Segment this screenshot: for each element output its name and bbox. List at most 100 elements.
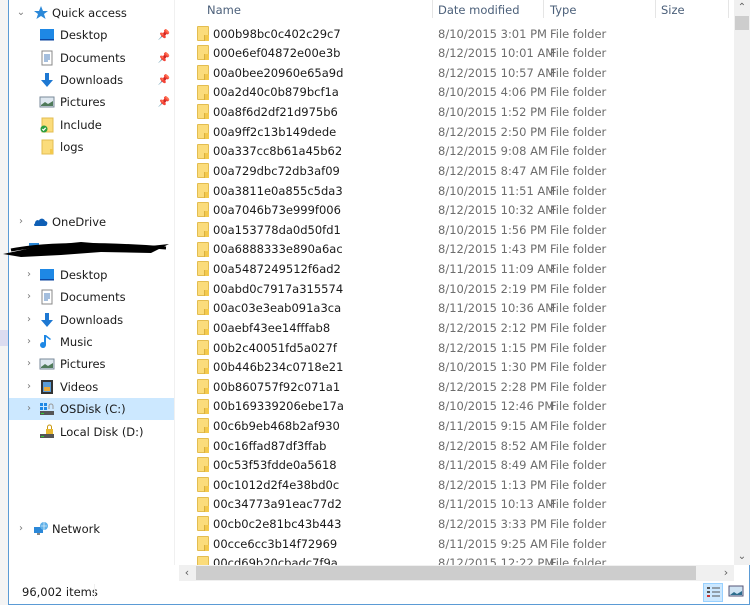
pin-icon[interactable]: 📌 (158, 97, 170, 108)
chevron-right-icon[interactable]: › (24, 381, 34, 393)
column-separator[interactable] (432, 0, 433, 18)
nav-pc-local-disk-d[interactable]: Local Disk (D:) (9, 421, 174, 443)
file-explorer-window: ⌄ Quick access Desktop 📌 Documents 📌 Dow… (3, 0, 750, 605)
folder-icon (197, 84, 209, 100)
file-row[interactable]: 00c16ffad87df3ffab 8/12/2015 8:52 AM File … (179, 436, 734, 456)
file-date: 8/12/2015 10:57 AM (438, 65, 556, 80)
scroll-up-icon[interactable]: ⌃ (734, 0, 750, 16)
file-row[interactable]: 00a3811e0a855c5da3 8/10/2015 11:51 AM File… (179, 181, 734, 201)
redaction-scribble (3, 242, 169, 257)
file-row[interactable]: 00a337cc8b61a45b62 8/12/2015 9:08 AM File … (179, 142, 734, 162)
file-row[interactable]: 00a729dbc72db3af09 8/12/2015 8:47 AM File … (179, 161, 734, 181)
music-icon (40, 335, 51, 349)
file-row[interactable]: 00c53f53fdde0a5618 8/11/2015 8:49 AM File … (179, 455, 734, 475)
nav-pc-pictures[interactable]: › Pictures (9, 353, 174, 375)
nav-pc-music[interactable]: › Music (9, 331, 174, 353)
file-name: 00a3811e0a855c5da3 (213, 183, 343, 198)
file-row[interactable]: 00b860757f92c071a1 8/12/2015 2:28 PM File … (179, 377, 734, 397)
column-header-name[interactable]: Name (207, 0, 241, 20)
file-row[interactable]: 00c34773a91eac77d2 8/11/2015 10:13 AM File… (179, 495, 734, 515)
desktop-icon (40, 29, 54, 41)
chevron-down-icon[interactable]: ⌄ (16, 7, 26, 19)
details-view-button[interactable] (703, 583, 723, 602)
nav-quick-logs[interactable]: logs (9, 136, 174, 158)
file-row[interactable]: 00a0bee20960e65a9d 8/12/2015 10:57 AM File… (179, 63, 734, 83)
file-row[interactable]: 00a8f6d2df21d975b6 8/10/2015 1:52 PM File … (179, 102, 734, 122)
file-row[interactable]: 00b169339206ebe17a 8/10/2015 12:46 PM File… (179, 397, 734, 417)
file-row[interactable]: 00a153778da0d50fd1 8/10/2015 1:56 PM File … (179, 220, 734, 240)
column-separator[interactable] (728, 0, 729, 18)
chevron-right-icon[interactable]: › (24, 291, 34, 303)
scroll-left-icon[interactable]: ‹ (179, 565, 195, 581)
file-row[interactable]: 00cd69b20cbadc7f9a 8/12/2015 12:22 PM File… (179, 554, 734, 565)
pin-icon[interactable]: 📌 (158, 30, 170, 41)
nav-pc-documents[interactable]: › Documents (9, 286, 174, 308)
column-header-type[interactable]: Type (550, 0, 576, 20)
nav-quick-access[interactable]: ⌄ Quick access (9, 2, 174, 24)
vertical-scrollbar[interactable]: ⌃ ⌄ (734, 0, 750, 565)
file-name: 00a5487249512f6ad2 (213, 262, 341, 277)
nav-this-pc-redacted[interactable]: ⌄ (3, 240, 174, 262)
nav-label: Documents (60, 51, 126, 65)
large-icons-view-button[interactable] (727, 583, 747, 602)
nav-quick-include[interactable]: Include (9, 114, 174, 136)
file-row[interactable]: 00abd0c7917a315574 8/10/2015 2:19 PM File … (179, 279, 734, 299)
documents-icon (41, 50, 53, 66)
chevron-right-icon[interactable]: › (24, 314, 34, 326)
chevron-right-icon[interactable]: › (24, 336, 34, 348)
file-date: 8/10/2015 1:30 PM (438, 360, 547, 375)
chevron-right-icon[interactable]: › (16, 216, 26, 228)
nav-quick-desktop[interactable]: Desktop 📌 (9, 24, 174, 46)
file-date: 8/10/2015 1:56 PM (438, 222, 547, 237)
file-type: File folder (550, 85, 607, 100)
scroll-down-icon[interactable]: ⌄ (734, 549, 750, 565)
chevron-right-icon[interactable]: › (16, 523, 26, 535)
nav-quick-documents[interactable]: Documents 📌 (9, 47, 174, 69)
file-name: 00cb0c2e81bc43b443 (213, 517, 342, 532)
chevron-right-icon[interactable]: › (24, 403, 34, 415)
file-row[interactable]: 00a7046b73e999f006 8/12/2015 10:32 AM File… (179, 200, 734, 220)
nav-label: logs (60, 140, 84, 154)
nav-label: Music (60, 335, 93, 349)
nav-quick-pictures[interactable]: Pictures 📌 (9, 91, 174, 113)
chevron-right-icon[interactable]: › (24, 269, 34, 281)
nav-network[interactable]: › Network (9, 518, 174, 540)
nav-quick-downloads[interactable]: Downloads 📌 (9, 69, 174, 91)
nav-pc-videos[interactable]: › Videos (9, 376, 174, 398)
nav-pc-desktop[interactable]: › Desktop (9, 264, 174, 286)
file-row[interactable]: 00cb0c2e81bc43b443 8/12/2015 3:33 PM File … (179, 514, 734, 534)
file-name: 00cce6cc3b14f72969 (213, 536, 338, 551)
file-row[interactable]: 00ac03e3eab091a3ca 8/11/2015 10:36 AM File… (179, 298, 734, 318)
file-row[interactable]: 00a5487249512f6ad2 8/11/2015 11:09 AM File… (179, 259, 734, 279)
file-row[interactable]: 00a6888333e890a6ac 8/12/2015 1:43 PM File … (179, 240, 734, 260)
nav-onedrive[interactable]: › OneDrive (9, 211, 174, 233)
file-row[interactable]: 00a2d40c0b879bcf1a 8/10/2015 4:06 PM File … (179, 83, 734, 103)
pin-icon[interactable]: 📌 (158, 75, 170, 86)
scroll-right-icon[interactable]: › (718, 565, 734, 581)
horizontal-scrollbar[interactable]: ‹ › (179, 565, 734, 581)
file-row[interactable]: 000b98bc0c402c29c7 8/10/2015 3:01 PM File … (179, 24, 734, 44)
file-row[interactable]: 00cce6cc3b14f72969 8/11/2015 9:25 AM File … (179, 534, 734, 554)
file-row[interactable]: 00aebf43ee14fffab8 8/12/2015 2:12 PM File … (179, 318, 734, 338)
column-label: Type (550, 3, 577, 17)
column-header-size[interactable]: Size (661, 0, 685, 20)
nav-pc-osdisk-c[interactable]: › OSDisk (C:) (9, 398, 174, 420)
pin-icon[interactable]: 📌 (158, 53, 170, 64)
file-row[interactable]: 000e6ef04872e00e3b 8/12/2015 10:01 AM File… (179, 43, 734, 63)
folder-icon (197, 45, 209, 61)
file-row[interactable]: 00c6b9eb468b2af930 8/11/2015 9:15 AM File … (179, 416, 734, 436)
horizontal-scroll-thumb[interactable] (196, 566, 696, 580)
file-row[interactable]: 00b446b234c0718e21 8/10/2015 1:30 PM File … (179, 357, 734, 377)
nav-label: Pictures (60, 95, 106, 109)
column-header-date[interactable]: Date modified (438, 0, 520, 20)
nav-pc-downloads[interactable]: › Downloads (9, 309, 174, 331)
file-row[interactable]: 00b2c40051fd5a027f 8/12/2015 1:15 PM File … (179, 338, 734, 358)
column-separator[interactable] (655, 0, 656, 18)
column-separator[interactable] (543, 0, 544, 18)
pane-divider[interactable] (174, 0, 175, 565)
chevron-right-icon[interactable]: › (24, 358, 34, 370)
vertical-scroll-thumb[interactable] (735, 16, 749, 30)
file-row[interactable]: 00a9ff2c13b149dede 8/12/2015 2:50 PM File … (179, 122, 734, 142)
file-row[interactable]: 00c1012d2f4e38bd0c 8/12/2015 1:13 PM File … (179, 475, 734, 495)
details-view-icon (707, 587, 720, 597)
